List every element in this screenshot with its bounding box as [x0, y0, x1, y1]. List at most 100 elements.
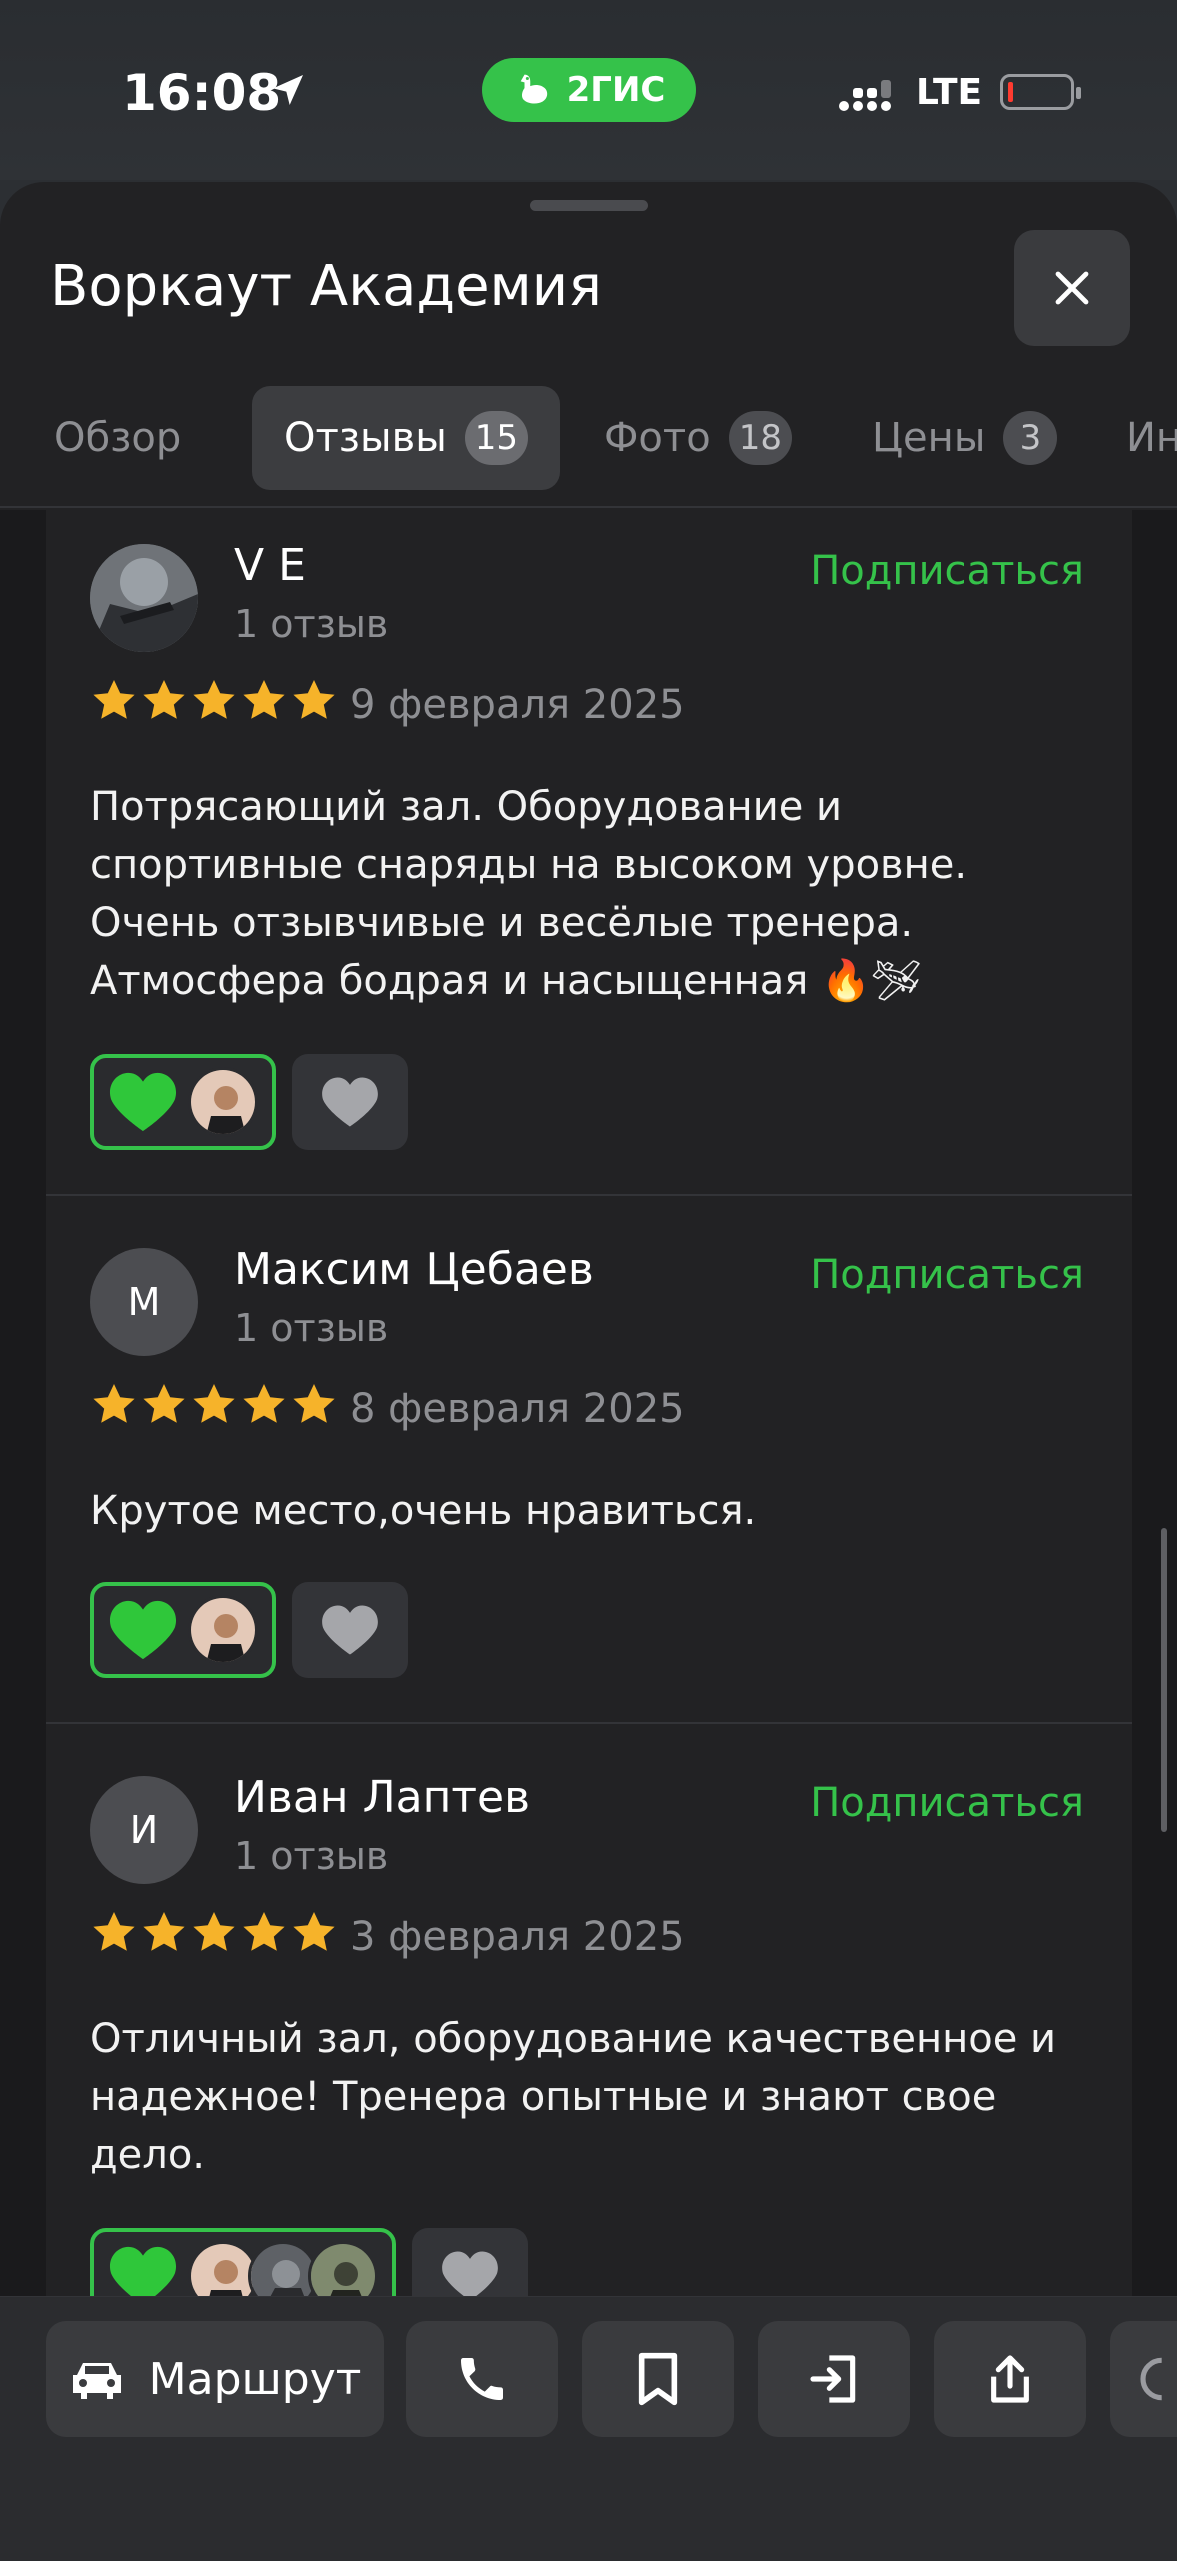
avatar-letter: М: [127, 1280, 161, 1324]
review-text-line: Крутое место,очень нравиться.: [90, 1488, 757, 1534]
review-date: 8 февраля 2025: [350, 1386, 685, 1432]
like-button[interactable]: [292, 1582, 408, 1678]
review-date: 3 февраля 2025: [350, 1914, 685, 1960]
review-author[interactable]: Максим Цебаев: [234, 1244, 594, 1295]
star-icon: [193, 1384, 235, 1423]
review-text-line: Очень отзывчивые и весёлые тренера.: [90, 900, 914, 946]
reactor-avatar: [308, 2241, 378, 2296]
review-text-line: Потрясающий зал. Оборудование и: [90, 784, 843, 830]
reactions: [90, 1054, 408, 1150]
close-icon: [1055, 271, 1089, 305]
scrollbar[interactable]: [1161, 1528, 1167, 1832]
green-heart-icon: [109, 1600, 177, 1660]
subscribe-button[interactable]: Подписаться: [810, 1780, 1084, 1826]
review-card: И Иван Лаптев 1 отзыв Подписаться 3 февр…: [46, 1742, 1132, 2296]
tab-photos[interactable]: Фото 18: [604, 386, 792, 490]
star-icon: [93, 680, 135, 719]
tab-reviews[interactable]: Отзывы 15: [252, 386, 561, 490]
more-button[interactable]: [1110, 2321, 1177, 2437]
call-button[interactable]: [406, 2321, 558, 2437]
review-text: Отличный зал, оборудование качественное …: [90, 2010, 1090, 2184]
star-icon: [93, 1912, 135, 1951]
star-rating: [90, 1382, 338, 1428]
tabs-bar: Обзор Отзывы 15 Фото 18 Цены 3 Ин: [0, 368, 1177, 490]
review-text-line: спортивные снаряды на высоком уровне.: [90, 842, 968, 888]
like-button[interactable]: [412, 2228, 528, 2296]
tab-badge: 15: [464, 411, 529, 465]
green-heart-icon: [110, 2246, 176, 2296]
star-icon: [143, 1384, 185, 1423]
app-badge[interactable]: 2ГИС: [482, 58, 696, 122]
reaction-green-heart[interactable]: [90, 2228, 396, 2296]
review-author-count: 1 отзыв: [234, 1306, 389, 1350]
star-icon: [293, 680, 335, 719]
share-button[interactable]: [934, 2321, 1086, 2437]
signal-icon: [839, 80, 891, 111]
tab-label: Отзывы: [284, 415, 447, 461]
reactor-avatar: [188, 1595, 258, 1665]
tabs-divider: [0, 506, 1177, 508]
reaction-green-heart[interactable]: [90, 1054, 276, 1150]
star-icon: [193, 1912, 235, 1951]
avatar[interactable]: И: [90, 1776, 198, 1884]
goose-icon: [520, 74, 547, 104]
reactions: [90, 1582, 408, 1678]
bookmark-icon: [638, 2352, 678, 2406]
tab-prices[interactable]: Цены 3: [872, 386, 1058, 490]
location-arrow-icon: [273, 75, 303, 105]
list-gutter-right: [1132, 510, 1177, 2296]
green-heart-icon: [109, 1072, 177, 1132]
review-date: 9 февраля 2025: [350, 682, 685, 728]
avatar-letter: И: [129, 1808, 159, 1852]
review-author[interactable]: V E: [234, 540, 306, 591]
network-type: LTE: [916, 72, 983, 113]
tab-label: Ин: [1126, 415, 1177, 461]
review-text: Потрясающий зал. Оборудование и спортивн…: [90, 778, 1090, 1010]
share-icon: [991, 2355, 1029, 2403]
review-text: Крутое место,очень нравиться.: [90, 1482, 1090, 1540]
subscribe-button[interactable]: Подписаться: [810, 1252, 1084, 1298]
star-icon: [143, 1912, 185, 1951]
avatar[interactable]: М: [90, 1248, 198, 1356]
entrance-button[interactable]: [758, 2321, 910, 2437]
star-rating: [90, 678, 338, 724]
heart-icon: [442, 2251, 498, 2296]
like-button[interactable]: [292, 1054, 408, 1150]
phone-icon: [461, 2358, 503, 2400]
reactions: [90, 2228, 528, 2296]
avatar-photo: [90, 544, 198, 652]
star-rating: [90, 1910, 338, 1956]
tab-label: Цены: [872, 415, 986, 461]
review-separator: [46, 1194, 1132, 1196]
close-button[interactable]: [1014, 230, 1130, 346]
subscribe-button[interactable]: Подписаться: [810, 548, 1084, 594]
tab-badge: 18: [728, 411, 792, 465]
reaction-green-heart[interactable]: [90, 1582, 276, 1678]
route-label: Маршрут: [148, 2353, 362, 2405]
tab-info[interactable]: Ин: [1126, 386, 1177, 490]
tab-overview[interactable]: Обзор: [54, 386, 181, 490]
battery-icon: [1000, 74, 1081, 110]
status-time: 16:08: [122, 64, 282, 122]
star-icon: [193, 680, 235, 719]
review-text-line: Отличный зал, оборудование качественное …: [90, 2016, 1057, 2062]
reactor-avatar: [188, 1067, 258, 1137]
review-text-line: надежное! Тренера опытные и знают свое: [90, 2074, 997, 2120]
review-card: М Максим Цебаев 1 отзыв Подписаться 8 фе…: [46, 1214, 1132, 1724]
route-button[interactable]: Маршрут: [46, 2321, 384, 2437]
star-icon: [143, 680, 185, 719]
entrance-icon: [810, 2355, 856, 2403]
reviews-list: V E 1 отзыв Подписаться 9 февраля 2025 П…: [46, 510, 1132, 2296]
star-icon: [243, 1384, 285, 1423]
star-icon: [293, 1384, 335, 1423]
review-author[interactable]: Иван Лаптев: [234, 1772, 530, 1823]
review-text-line: дело.: [90, 2132, 206, 2178]
reactor-avatar: [248, 2241, 318, 2296]
sheet-drag-handle[interactable]: [530, 200, 648, 211]
tab-label: Фото: [604, 415, 711, 461]
bookmark-button[interactable]: [582, 2321, 734, 2437]
tab-label: Обзор: [54, 415, 182, 461]
star-icon: [93, 1384, 135, 1423]
star-icon: [243, 680, 285, 719]
avatar[interactable]: [90, 544, 198, 652]
